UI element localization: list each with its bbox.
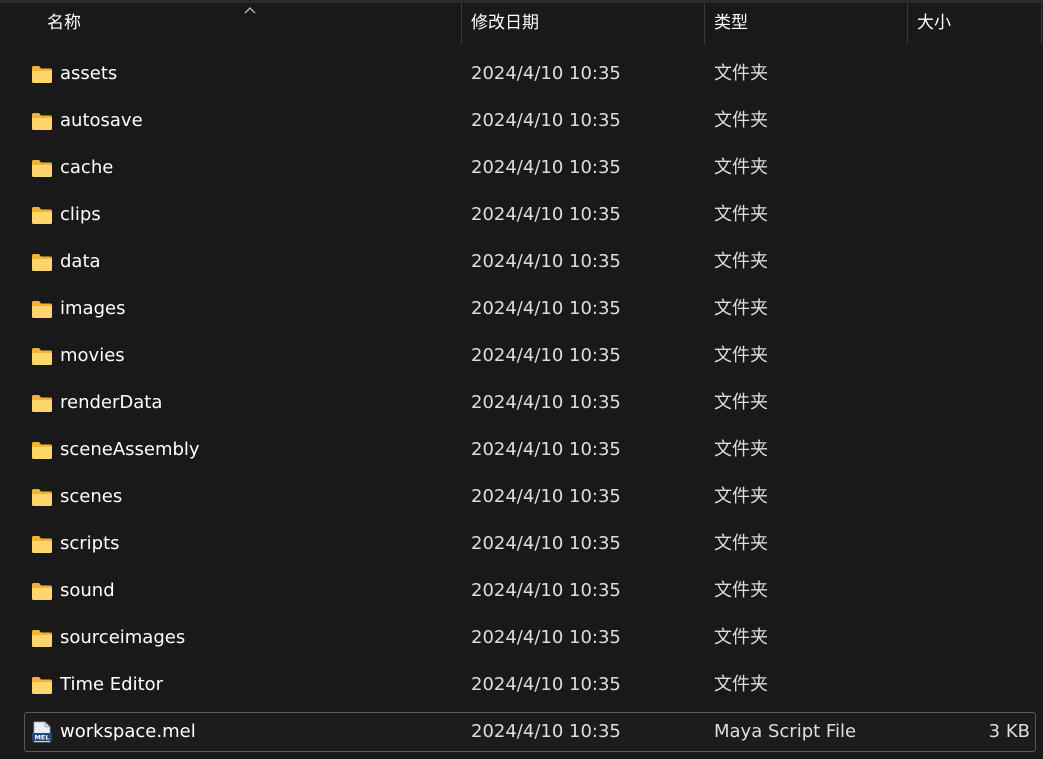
file-type: Maya Script File — [714, 721, 857, 742]
file-modified-date: 2024/4/10 10:35 — [471, 251, 621, 272]
folder-icon — [31, 675, 53, 695]
file-row[interactable]: renderData 2024/4/10 10:35 文件夹 — [24, 383, 1036, 423]
column-header-date[interactable]: 修改日期 — [462, 3, 702, 44]
file-name: sourceimages — [60, 627, 186, 648]
mel-file-icon: MEL — [31, 721, 53, 743]
column-divider[interactable] — [1041, 3, 1042, 44]
file-modified-date: 2024/4/10 10:35 — [471, 157, 621, 178]
column-header-size[interactable]: 大小 — [908, 3, 1038, 44]
file-type: 文件夹 — [714, 580, 768, 601]
file-type: 文件夹 — [714, 251, 768, 272]
file-modified-date: 2024/4/10 10:35 — [471, 486, 621, 507]
file-modified-date: 2024/4/10 10:35 — [471, 298, 621, 319]
mel-icon-label: MEL — [34, 734, 49, 742]
file-row[interactable]: scenes 2024/4/10 10:35 文件夹 — [24, 477, 1036, 517]
file-type: 文件夹 — [714, 157, 768, 178]
file-row[interactable]: data 2024/4/10 10:35 文件夹 — [24, 242, 1036, 282]
folder-icon — [31, 252, 53, 272]
folder-icon — [31, 534, 53, 554]
folder-icon — [31, 628, 53, 648]
column-header-name[interactable]: 名称 — [38, 3, 458, 44]
file-type: 文件夹 — [714, 63, 768, 84]
file-row[interactable]: images 2024/4/10 10:35 文件夹 — [24, 289, 1036, 329]
file-name: workspace.mel — [60, 721, 196, 742]
column-header-type[interactable]: 类型 — [705, 3, 905, 44]
file-row[interactable]: MEL workspace.mel 2024/4/10 10:35 Maya Scri… — [24, 712, 1036, 752]
file-name: cache — [60, 157, 114, 178]
file-type: 文件夹 — [714, 392, 768, 413]
file-modified-date: 2024/4/10 10:35 — [471, 439, 621, 460]
folder-icon — [31, 581, 53, 601]
file-row[interactable]: cache 2024/4/10 10:35 文件夹 — [24, 148, 1036, 188]
file-name: scenes — [60, 486, 123, 507]
file-modified-date: 2024/4/10 10:35 — [471, 63, 621, 84]
file-type: 文件夹 — [714, 110, 768, 131]
column-header: 名称 修改日期 类型 大小 — [0, 3, 1043, 44]
file-row[interactable]: Time Editor 2024/4/10 10:35 文件夹 — [24, 665, 1036, 705]
file-row[interactable]: assets 2024/4/10 10:35 文件夹 — [24, 54, 1036, 94]
file-size: 3 KB — [988, 721, 1030, 742]
file-name: sound — [60, 580, 115, 601]
file-modified-date: 2024/4/10 10:35 — [471, 627, 621, 648]
file-type: 文件夹 — [714, 533, 768, 554]
folder-icon — [31, 487, 53, 507]
file-name: scripts — [60, 533, 120, 554]
file-row[interactable]: sceneAssembly 2024/4/10 10:35 文件夹 — [24, 430, 1036, 470]
file-type: 文件夹 — [714, 674, 768, 695]
file-modified-date: 2024/4/10 10:35 — [471, 674, 621, 695]
file-name: assets — [60, 63, 118, 84]
file-row[interactable]: clips 2024/4/10 10:35 文件夹 — [24, 195, 1036, 235]
file-type: 文件夹 — [714, 298, 768, 319]
file-name: movies — [60, 345, 125, 366]
file-row[interactable]: sourceimages 2024/4/10 10:35 文件夹 — [24, 618, 1036, 658]
file-modified-date: 2024/4/10 10:35 — [471, 721, 621, 742]
folder-icon — [31, 111, 53, 131]
file-modified-date: 2024/4/10 10:35 — [471, 110, 621, 131]
file-modified-date: 2024/4/10 10:35 — [471, 204, 621, 225]
file-row[interactable]: autosave 2024/4/10 10:35 文件夹 — [24, 101, 1036, 141]
file-row[interactable]: scripts 2024/4/10 10:35 文件夹 — [24, 524, 1036, 564]
file-name: clips — [60, 204, 101, 225]
folder-icon — [31, 205, 53, 225]
file-type: 文件夹 — [714, 486, 768, 507]
file-explorer-list: 名称 修改日期 类型 大小 assets 2024/4/10 10:35 文件夹 au… — [0, 0, 1043, 759]
file-name: data — [60, 251, 101, 272]
file-name: autosave — [60, 110, 143, 131]
file-name: Time Editor — [60, 674, 164, 695]
folder-icon — [31, 346, 53, 366]
file-name: sceneAssembly — [60, 439, 200, 460]
file-modified-date: 2024/4/10 10:35 — [471, 533, 621, 554]
file-modified-date: 2024/4/10 10:35 — [471, 580, 621, 601]
file-name: images — [60, 298, 126, 319]
file-modified-date: 2024/4/10 10:35 — [471, 345, 621, 366]
file-type: 文件夹 — [714, 345, 768, 366]
file-row[interactable]: sound 2024/4/10 10:35 文件夹 — [24, 571, 1036, 611]
file-type: 文件夹 — [714, 627, 768, 648]
folder-icon — [31, 158, 53, 178]
file-type: 文件夹 — [714, 439, 768, 460]
file-type: 文件夹 — [714, 204, 768, 225]
file-modified-date: 2024/4/10 10:35 — [471, 392, 621, 413]
folder-icon — [31, 64, 53, 84]
file-row[interactable]: movies 2024/4/10 10:35 文件夹 — [24, 336, 1036, 376]
folder-icon — [31, 299, 53, 319]
folder-icon — [31, 393, 53, 413]
file-name: renderData — [60, 392, 163, 413]
folder-icon — [31, 440, 53, 460]
